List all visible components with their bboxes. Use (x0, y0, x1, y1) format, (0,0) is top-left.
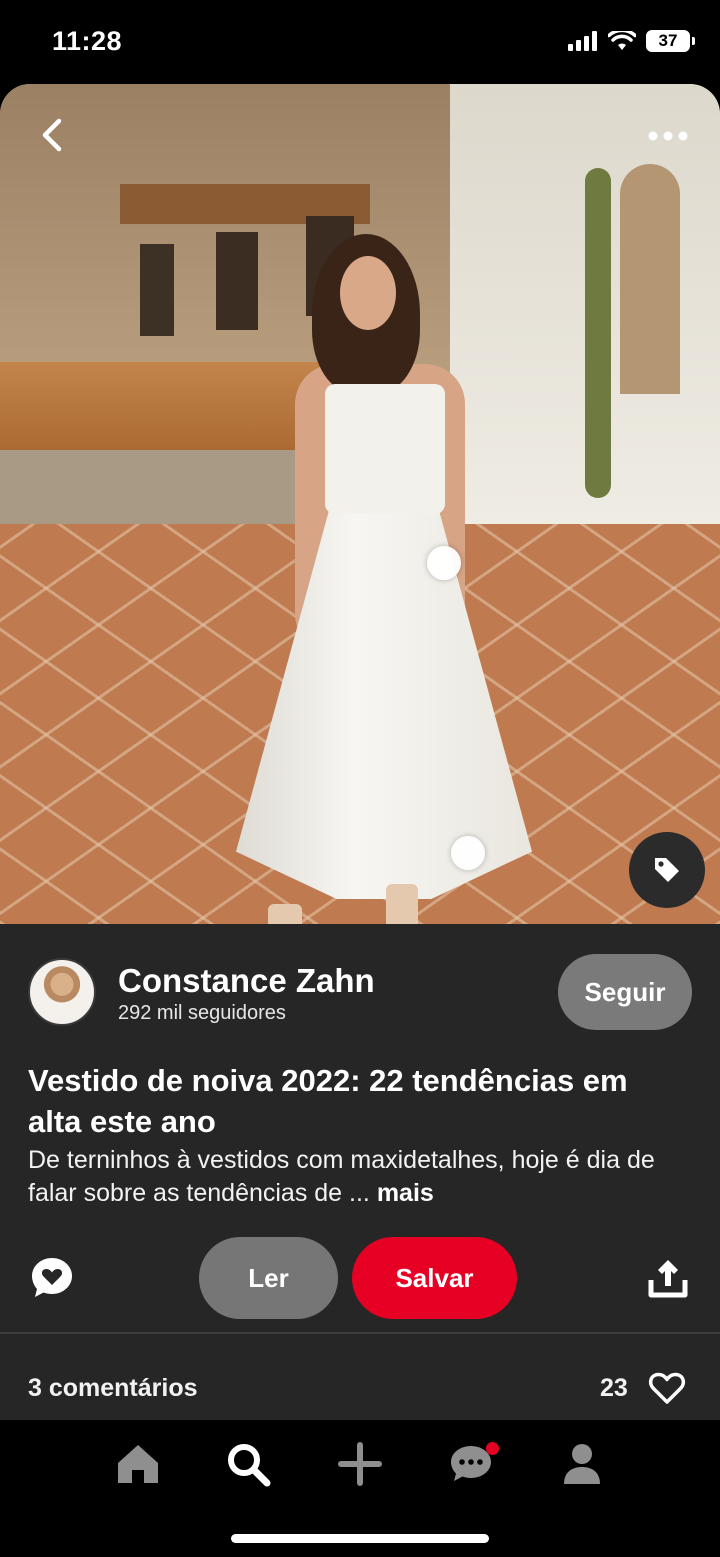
more-options-button[interactable] (640, 118, 696, 154)
share-icon (648, 1260, 688, 1298)
author-name[interactable]: Constance Zahn (118, 962, 375, 1000)
status-bar: 11:28 37 (0, 0, 720, 84)
nav-create[interactable] (332, 1436, 388, 1492)
read-button[interactable]: Ler (199, 1237, 338, 1319)
description-text: De terninhos à vestidos com maxidetalhes… (28, 1146, 655, 1207)
signal-icon (568, 31, 597, 51)
follower-count: 292 mil seguidores (118, 1002, 286, 1024)
shop-tag-button[interactable] (629, 832, 705, 908)
nav-messages[interactable] (443, 1436, 499, 1492)
status-time: 11:28 (52, 26, 123, 56)
status-icons: 37 (568, 30, 695, 52)
comment-button[interactable] (28, 1254, 76, 1302)
bottom-navigation (0, 1420, 720, 1557)
pin-title: Vestido de noiva 2022: 22 tendências em … (28, 1063, 628, 1139)
share-button[interactable] (646, 1256, 690, 1300)
save-button[interactable]: Salvar (352, 1237, 517, 1319)
more-link[interactable]: mais (377, 1179, 434, 1207)
more-options-icon (648, 131, 688, 141)
profile-icon (564, 1444, 600, 1484)
comment-heart-icon (32, 1258, 72, 1297)
comments-count[interactable]: 3 comentários (28, 1374, 198, 1403)
heart-icon (648, 1372, 686, 1404)
battery-icon: 37 (646, 30, 695, 52)
pin-details-panel: Constance Zahn 292 mil seguidores Seguir… (0, 924, 720, 1420)
back-arrow-icon (42, 118, 62, 152)
nav-profile[interactable] (554, 1436, 610, 1492)
product-hotspot[interactable] (451, 836, 485, 870)
follow-button[interactable]: Seguir (558, 954, 692, 1030)
home-icon (118, 1445, 158, 1483)
product-hotspot[interactable] (427, 546, 461, 580)
nav-search[interactable] (220, 1436, 276, 1492)
wifi-icon (608, 31, 636, 50)
divider (0, 1332, 720, 1334)
pin-description: De terninhos à vestidos com maxidetalhes… (28, 1144, 698, 1210)
avatar[interactable] (28, 958, 96, 1026)
home-indicator (231, 1534, 489, 1543)
back-button[interactable] (30, 110, 74, 160)
create-icon (338, 1442, 382, 1486)
likes-count: 23 (600, 1374, 628, 1402)
shopping-tag-icon (655, 858, 679, 882)
pin-image[interactable] (0, 84, 720, 924)
nav-home[interactable] (110, 1436, 166, 1492)
notification-dot (486, 1442, 499, 1455)
react-button[interactable] (648, 1370, 686, 1406)
search-icon (228, 1444, 271, 1487)
